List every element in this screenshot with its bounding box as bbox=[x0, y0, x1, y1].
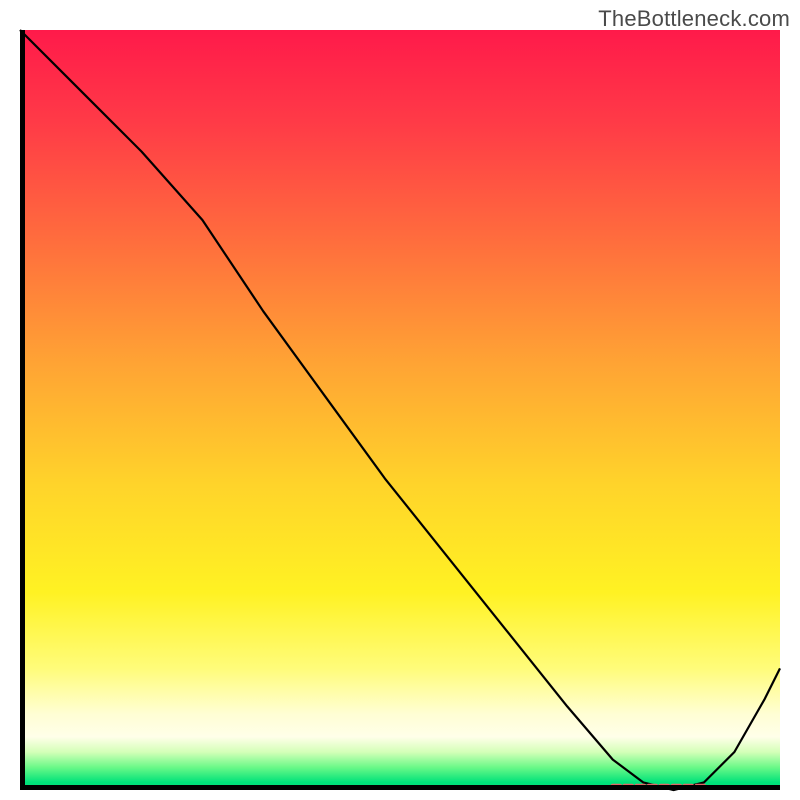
chart-plot-area bbox=[20, 30, 780, 790]
chart-overlay bbox=[20, 30, 780, 790]
watermark-text: TheBottleneck.com bbox=[598, 6, 790, 32]
bottleneck-curve bbox=[20, 30, 780, 790]
chart-container: TheBottleneck.com bbox=[0, 0, 800, 800]
